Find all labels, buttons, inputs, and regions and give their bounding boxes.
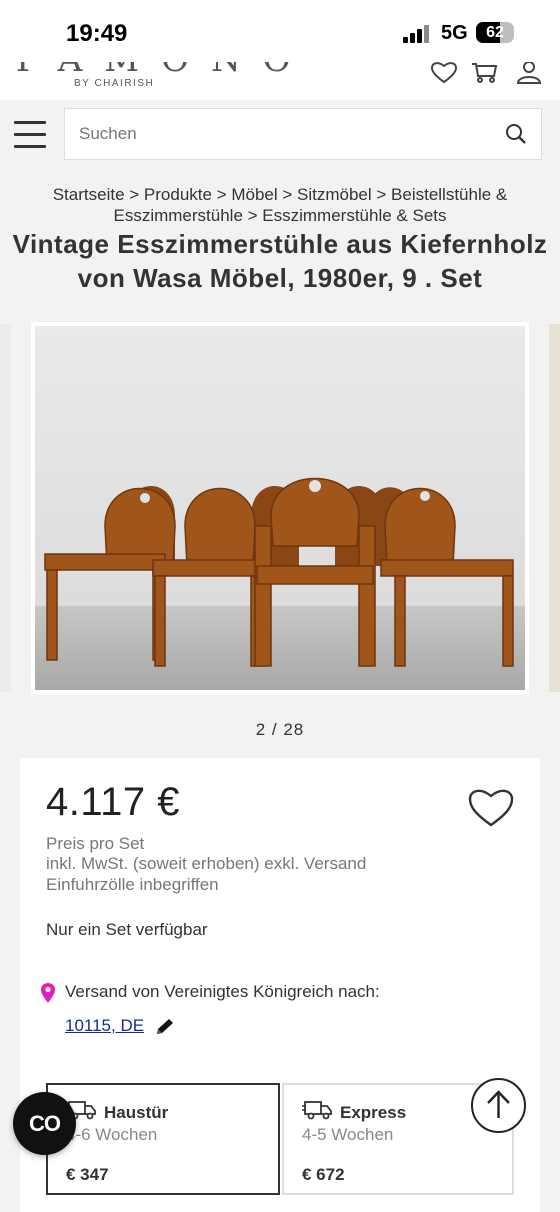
battery-level: 62 (486, 24, 504, 41)
availability-text: Nur ein Set verfügbar (46, 920, 208, 939)
location-pin-icon (41, 983, 55, 1003)
status-time: 19:49 (66, 20, 128, 47)
status-bar: 19:49 5G 62 (0, 0, 560, 62)
scroll-to-top-button[interactable] (471, 1078, 526, 1133)
price-note-per-set: Preis pro Set (46, 834, 145, 853)
logo[interactable]: PAMONO (16, 62, 313, 80)
favorite-heart-icon[interactable] (468, 788, 514, 828)
next-image[interactable] (549, 324, 560, 692)
search-input[interactable] (79, 121, 479, 147)
search-bar (64, 108, 542, 160)
shipping-option-name: Haustür (104, 1103, 169, 1122)
chat-button[interactable]: CO (13, 1092, 76, 1155)
page-title: Vintage Esszimmerstühle aus Kiefernholz … (12, 229, 548, 293)
price-note-tax: inkl. MwSt. (soweit erhoben) exkl. Versa… (46, 854, 367, 873)
battery-icon: 62 (476, 22, 514, 43)
breadcrumb-item[interactable]: Esszimmerstühle & Sets (262, 206, 446, 225)
signal-icon (403, 25, 433, 43)
heart-icon[interactable] (430, 62, 458, 84)
product-card: 4.117 € Preis pro Set inkl. MwSt. (sowei… (20, 758, 540, 1212)
destination-link[interactable]: 10115, DE (65, 1016, 144, 1036)
breadcrumb-item[interactable]: Möbel (231, 185, 277, 204)
product-image[interactable] (31, 322, 529, 694)
site-header: PAMONO BY CHAIRISH (0, 62, 560, 100)
shipping-option-time: 4-6 Wochen (66, 1125, 158, 1144)
shipping-option-haustuer[interactable]: Haustür 4-6 Wochen € 347 (46, 1083, 280, 1195)
shipping-option-time: 4-5 Wochen (302, 1125, 394, 1144)
shipping-option-name: Express (340, 1103, 407, 1122)
breadcrumb-item[interactable]: Startseite (53, 185, 125, 204)
shipping-from-text: Versand von Vereinigtes Königreich nach: (65, 982, 380, 1001)
image-carousel[interactable] (0, 320, 560, 696)
shipping-option-price: € 347 (66, 1165, 109, 1184)
user-icon[interactable] (516, 62, 542, 84)
price: 4.117 € (46, 780, 180, 824)
pencil-icon[interactable] (154, 1017, 176, 1037)
express-truck-icon (302, 1101, 332, 1120)
arrow-up-icon (487, 1090, 510, 1118)
search-row (0, 100, 560, 172)
breadcrumb-item[interactable]: Sitzmöbel (297, 185, 372, 204)
cart-icon[interactable] (470, 62, 498, 84)
search-icon[interactable] (505, 123, 527, 145)
breadcrumb: Startseite > Produkte > Möbel > Sitzmöbe… (52, 185, 508, 225)
network-label: 5G (441, 22, 468, 44)
price-note-duties: Einfuhrzölle inbegriffen (46, 875, 219, 894)
chairs-photo (35, 326, 525, 690)
logo-subtitle: BY CHAIRISH (74, 78, 155, 89)
image-counter: 2 / 28 (255, 720, 305, 739)
previous-image[interactable] (0, 324, 11, 692)
chat-icon: CO (29, 1111, 61, 1136)
breadcrumb-item[interactable]: Produkte (144, 185, 212, 204)
shipping-option-price: € 672 (302, 1165, 345, 1184)
menu-icon[interactable] (14, 121, 46, 149)
